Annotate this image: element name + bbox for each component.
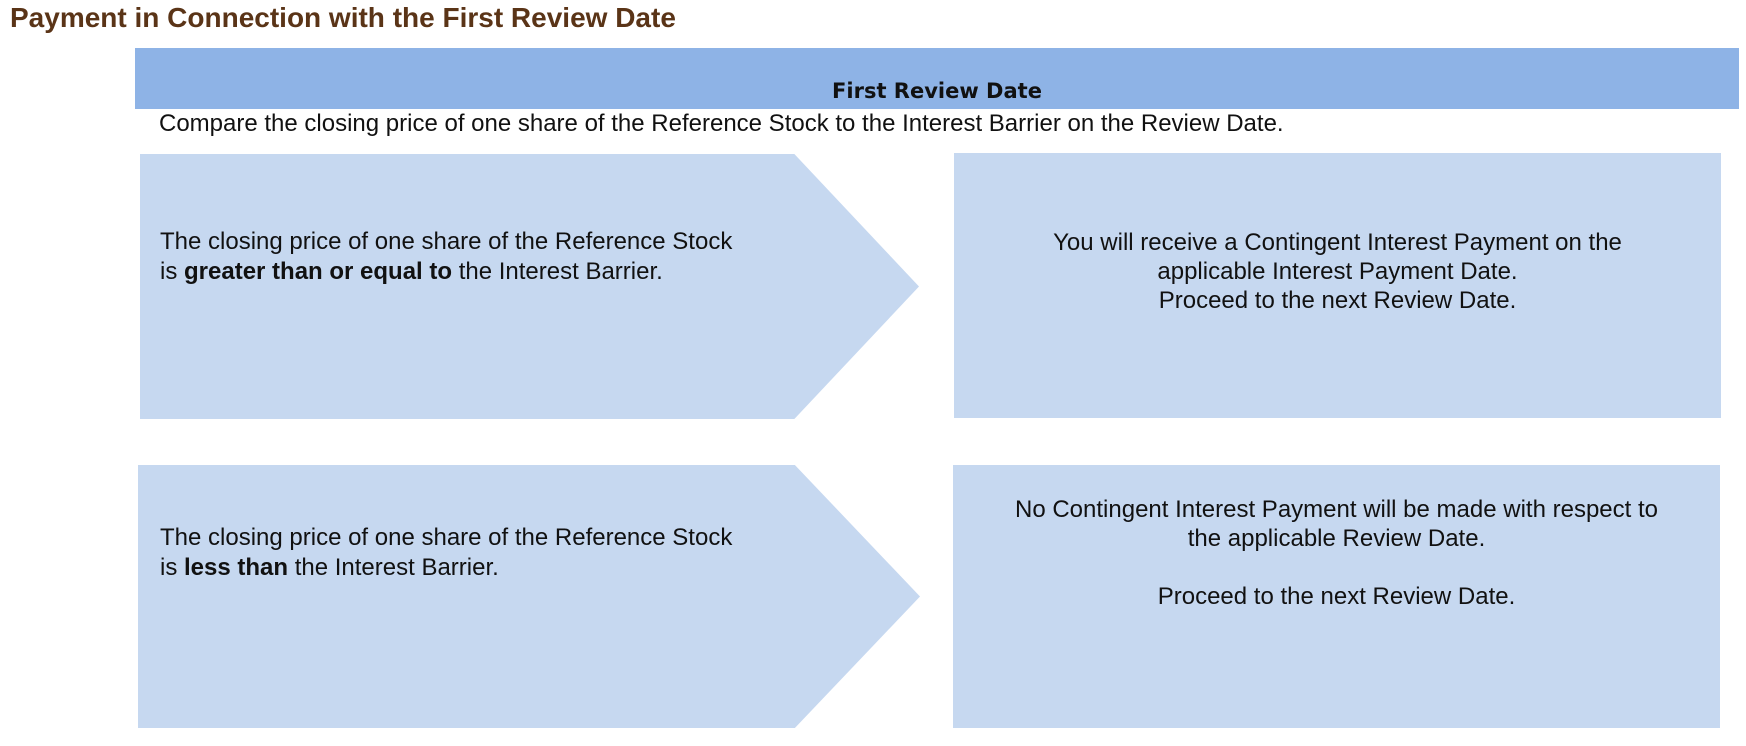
intro-instruction: Compare the closing price of one share o… [159, 110, 1284, 137]
condition-line-2-prefix: is [160, 258, 184, 285]
outcome-line-2: applicable Interest Payment Date. [1157, 258, 1518, 285]
condition-line-1: The closing price of one share of the Re… [160, 524, 733, 551]
condition-line-2-suffix: the Interest Barrier. [288, 554, 499, 581]
review-date-header-label: First Review Date [832, 79, 1042, 103]
review-date-header: First Review Date [135, 48, 1739, 109]
outcome-line-3: Proceed to the next Review Date. [1157, 583, 1516, 610]
condition-text-above-barrier: The closing price of one share of the Re… [160, 227, 732, 287]
outcome-line-3: Proceed to the next Review Date. [1158, 287, 1517, 314]
condition-emphasis: less than [184, 554, 289, 581]
page-title: Payment in Connection with the First Rev… [10, 2, 676, 33]
outcome-spacer [953, 553, 1720, 582]
condition-emphasis: greater than or equal to [184, 258, 453, 285]
outcome-line-2: the applicable Review Date. [1187, 525, 1486, 552]
condition-line-2-suffix: the Interest Barrier. [452, 258, 663, 285]
condition-arrow-below-barrier [138, 465, 920, 728]
condition-line-2-prefix: is [160, 554, 184, 581]
outcome-box-payment: You will receive a Contingent Interest P… [954, 153, 1721, 418]
outcome-line-1: You will receive a Contingent Interest P… [1053, 229, 1622, 256]
condition-line-1: The closing price of one share of the Re… [160, 228, 733, 255]
condition-text-below-barrier: The closing price of one share of the Re… [160, 523, 732, 583]
outcome-line-1: No Contingent Interest Payment will be m… [1015, 496, 1658, 523]
outcome-box-no-payment: No Contingent Interest Payment will be m… [953, 465, 1720, 728]
